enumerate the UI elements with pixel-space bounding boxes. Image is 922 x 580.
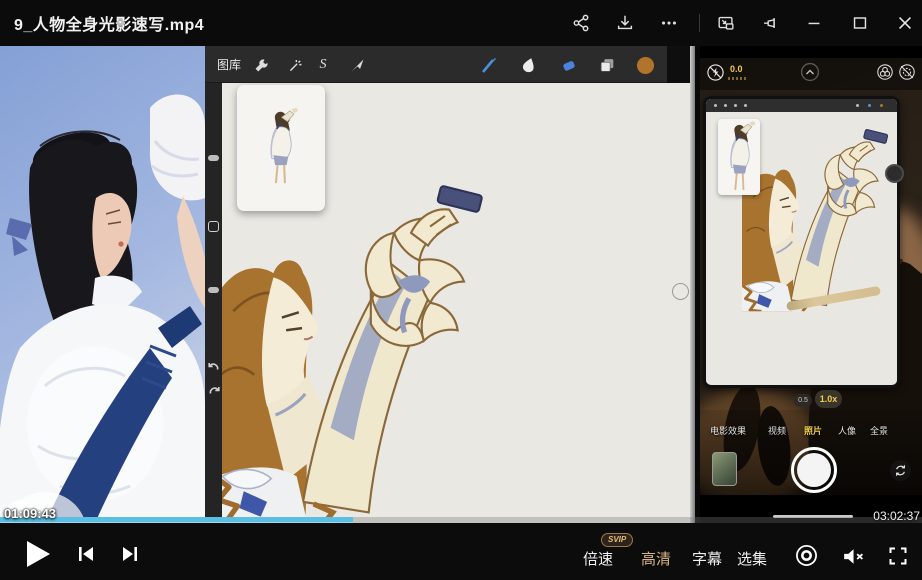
share-icon[interactable]	[569, 11, 593, 35]
video-title: 9_人物全身光影速写.mp4	[14, 11, 204, 35]
minimize-icon[interactable]	[802, 11, 826, 35]
chevron-up-icon	[800, 62, 820, 82]
mode-photo-selected: 照片	[804, 424, 822, 437]
previous-button[interactable]	[76, 544, 96, 564]
procreate-canvas	[222, 83, 690, 523]
maximize-icon[interactable]	[848, 11, 872, 35]
mode-video: 视频	[768, 424, 786, 437]
ipad-in-viewfinder	[703, 96, 900, 388]
svip-badge: SVIP	[601, 533, 633, 547]
ipad-color-swatch-mini	[885, 164, 904, 183]
reference-photo	[0, 46, 205, 523]
mode-cinematic: 电影效果	[710, 424, 746, 437]
camera-mode-row: 电影效果 视频 照片 人像 全景	[700, 424, 922, 438]
total-duration: 03:02:37	[873, 509, 920, 523]
ipad-mini-reference-card	[718, 119, 760, 195]
brush-size-slider	[208, 155, 219, 161]
zoom-1x-button: 1.0x	[815, 390, 842, 408]
speed-button[interactable]: 倍速	[583, 548, 613, 569]
picture-in-picture-icon[interactable]	[714, 11, 738, 35]
video-frame[interactable]: 图库 S	[0, 46, 922, 523]
gallery-button: 图库	[217, 56, 241, 73]
gallery-thumbnail	[712, 452, 737, 486]
subtitles-button[interactable]: 字幕	[692, 548, 722, 569]
procreate-sidebar	[205, 83, 222, 523]
filters-icon	[876, 63, 894, 81]
player-controls: SVIP 倍速 高清 字幕 选集	[0, 523, 922, 580]
reference-thumbnail-sketch	[257, 91, 303, 203]
more-icon[interactable]	[657, 11, 681, 35]
brush-icon	[477, 53, 501, 77]
camera-top-bar: 0.0	[700, 58, 922, 90]
canvas-cursor-circle	[672, 283, 689, 300]
mode-pano: 全景	[870, 424, 888, 437]
quality-button[interactable]: 高清	[641, 548, 671, 569]
shutter-button	[791, 447, 837, 493]
canvas-drawing	[212, 163, 552, 523]
opacity-slider	[208, 287, 219, 293]
mute-volume-icon[interactable]	[840, 544, 865, 569]
selection-icon: S	[311, 53, 335, 77]
redo-icon	[207, 383, 221, 397]
ipad-mini-toolbar	[706, 99, 897, 112]
download-icon[interactable]	[613, 11, 637, 35]
eraser-icon	[557, 53, 581, 77]
shutter-inner	[797, 453, 831, 487]
live-photo-off-icon	[898, 63, 916, 81]
ipad-mini-screen	[706, 99, 897, 385]
phone-recording: 0.0	[700, 46, 922, 523]
adjustments-wand-icon	[283, 53, 307, 77]
procreate-toolbar: 图库 S	[205, 46, 667, 83]
play-button[interactable]	[24, 539, 52, 569]
titlebar: 9_人物全身光影速写.mp4	[0, 0, 922, 46]
mode-portrait: 人像	[838, 424, 856, 437]
wrench-icon	[249, 53, 273, 77]
color-swatch	[633, 53, 657, 77]
reference-thumbnail-card	[237, 85, 325, 211]
current-time: 01:09:43	[4, 506, 56, 521]
procreate-screen: 图库 S	[205, 46, 700, 523]
ring-target-icon[interactable]	[794, 543, 819, 568]
transform-arrow-icon	[345, 53, 369, 77]
episodes-button[interactable]: 选集	[737, 548, 767, 569]
undo-icon	[207, 359, 221, 373]
video-player-window: 9_人物全身光影速写.mp4	[0, 0, 922, 580]
flash-off-icon	[706, 63, 725, 82]
smudge-icon	[517, 53, 541, 77]
camera-viewfinder: 0.0	[700, 58, 922, 497]
zoom-0-5x-button: 0.5	[794, 394, 812, 407]
pin-to-top-icon[interactable]	[758, 11, 782, 35]
next-button[interactable]	[120, 544, 140, 564]
fullscreen-icon[interactable]	[887, 545, 909, 567]
close-icon[interactable]	[893, 11, 917, 35]
modify-button	[208, 221, 219, 232]
layers-icon	[595, 53, 619, 77]
exposure-value: 0.0	[730, 64, 743, 74]
titlebar-divider	[699, 14, 700, 32]
level-meter	[728, 76, 748, 81]
camera-flip-icon	[890, 460, 911, 481]
